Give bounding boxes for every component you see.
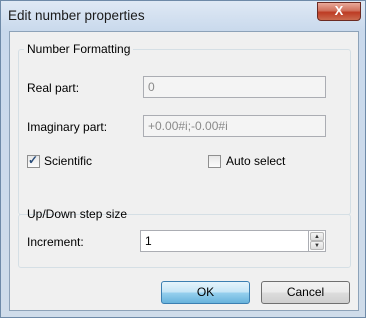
imaginary-part-label: Imaginary part: [27,120,108,134]
cancel-button[interactable]: Cancel [261,281,350,304]
dialog-client-area: Number Formatting Real part: Imaginary p… [9,31,359,311]
close-icon: X [334,3,344,18]
ok-button[interactable]: OK [161,281,250,304]
scientific-checkbox[interactable]: ✓ [27,153,40,168]
auto-select-label: Auto select [226,154,286,168]
step-size-legend: Up/Down step size [27,207,128,221]
auto-select-checkbox[interactable] [208,155,221,168]
number-formatting-legend: Number Formatting [27,42,131,56]
real-part-label: Real part: [27,81,80,95]
imaginary-part-field[interactable] [143,115,326,137]
spin-down-icon[interactable]: ▼ [310,241,324,250]
dialog-window: Edit number properties X Number Formatti… [0,0,366,318]
window-title: Edit number properties [8,8,145,23]
increment-input[interactable] [140,230,309,252]
close-button[interactable]: X [317,2,361,21]
scientific-label: Scientific [44,154,93,168]
check-icon: ✓ [28,153,39,167]
increment-spinner[interactable]: ▲ ▼ [309,230,326,252]
title-bar[interactable]: Edit number properties X [1,1,365,31]
real-part-field[interactable] [143,76,326,98]
increment-label: Increment: [27,235,84,249]
spin-up-icon[interactable]: ▲ [310,232,324,241]
